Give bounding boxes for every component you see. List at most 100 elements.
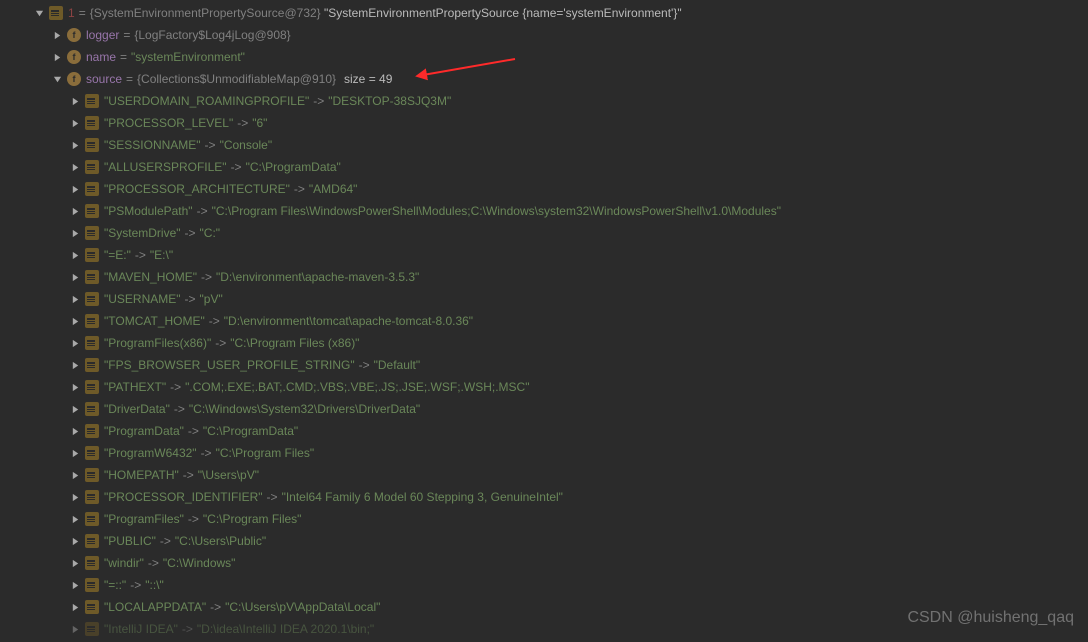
field-source[interactable]: f source = {Collections$UnmodifiableMap@… — [0, 68, 1088, 90]
chevron-right-icon[interactable] — [68, 600, 82, 614]
chevron-right-icon[interactable] — [68, 402, 82, 416]
chevron-right-icon[interactable] — [68, 622, 82, 636]
field-name[interactable]: f name = "systemEnvironment" — [0, 46, 1088, 68]
map-entry[interactable]: "FPS_BROWSER_USER_PROFILE_STRING" -> "De… — [0, 354, 1088, 376]
map-entry[interactable]: "MAVEN_HOME" -> "D:\environment\apache-m… — [0, 266, 1088, 288]
entry-arrow: -> — [201, 270, 212, 284]
entry-arrow: -> — [182, 622, 193, 636]
entry-value: "::\" — [145, 578, 164, 592]
tree-root[interactable]: 1 = {SystemEnvironmentPropertySource@732… — [0, 2, 1088, 24]
entry-value: "C:\Windows\System32\Drivers\DriverData" — [189, 402, 420, 416]
map-entry[interactable]: "PROCESSOR_IDENTIFIER" -> "Intel64 Famil… — [0, 486, 1088, 508]
entry-arrow: -> — [185, 226, 196, 240]
map-entry[interactable]: "PROCESSOR_LEVEL" -> "6" — [0, 112, 1088, 134]
field-name-label: name — [86, 50, 116, 64]
chevron-right-icon[interactable] — [68, 292, 82, 306]
map-entry[interactable]: "windir" -> "C:\Windows" — [0, 552, 1088, 574]
chevron-right-icon[interactable] — [68, 490, 82, 504]
entry-key: "ProgramFiles(x86)" — [104, 336, 211, 350]
map-icon — [84, 577, 100, 593]
chevron-right-icon[interactable] — [68, 468, 82, 482]
chevron-right-icon[interactable] — [50, 50, 64, 64]
map-entry[interactable]: "SystemDrive" -> "C:" — [0, 222, 1088, 244]
map-entry[interactable]: "=E:" -> "E:\" — [0, 244, 1088, 266]
map-entry[interactable]: "SESSIONNAME" -> "Console" — [0, 134, 1088, 156]
map-entry[interactable]: "ProgramData" -> "C:\ProgramData" — [0, 420, 1088, 442]
map-entry[interactable]: "PATHEXT" -> ".COM;.EXE;.BAT;.CMD;.VBS;.… — [0, 376, 1088, 398]
entry-arrow: -> — [188, 424, 199, 438]
chevron-right-icon[interactable] — [68, 94, 82, 108]
map-entry[interactable]: "USERDOMAIN_ROAMINGPROFILE" -> "DESKTOP-… — [0, 90, 1088, 112]
entry-key: "IntelliJ IDEA" — [104, 622, 178, 636]
chevron-right-icon[interactable] — [68, 204, 82, 218]
chevron-right-icon[interactable] — [68, 248, 82, 262]
entry-arrow: -> — [170, 380, 181, 394]
chevron-right-icon[interactable] — [68, 160, 82, 174]
entry-key: "USERDOMAIN_ROAMINGPROFILE" — [104, 94, 309, 108]
entry-arrow: -> — [215, 336, 226, 350]
chevron-right-icon[interactable] — [68, 534, 82, 548]
map-entry[interactable]: "TOMCAT_HOME" -> "D:\environment\tomcat\… — [0, 310, 1088, 332]
chevron-right-icon[interactable] — [68, 512, 82, 526]
entry-value: "C:\Users\Public" — [175, 534, 266, 548]
entry-arrow: -> — [359, 358, 370, 372]
entry-key: "ProgramFiles" — [104, 512, 184, 526]
entry-value: "Default" — [374, 358, 421, 372]
entry-key: "ProgramW6432" — [104, 446, 197, 460]
entry-value: "\Users\pV" — [198, 468, 259, 482]
entry-arrow: -> — [313, 94, 324, 108]
map-icon — [84, 467, 100, 483]
map-icon — [84, 379, 100, 395]
chevron-down-icon[interactable] — [50, 72, 64, 86]
chevron-right-icon[interactable] — [68, 116, 82, 130]
map-entry[interactable]: "DriverData" -> "C:\Windows\System32\Dri… — [0, 398, 1088, 420]
entry-value: "D:\idea\IntelliJ IDEA 2020.1\bin;" — [197, 622, 374, 636]
chevron-right-icon[interactable] — [68, 336, 82, 350]
map-icon — [48, 5, 64, 21]
chevron-right-icon[interactable] — [68, 358, 82, 372]
map-entry[interactable]: "ProgramW6432" -> "C:\Program Files" — [0, 442, 1088, 464]
map-entry[interactable]: "USERNAME" -> "pV" — [0, 288, 1088, 310]
chevron-right-icon[interactable] — [68, 446, 82, 460]
map-icon — [84, 489, 100, 505]
entry-key: "LOCALAPPDATA" — [104, 600, 206, 614]
entry-value: "C:\Users\pV\AppData\Local" — [225, 600, 380, 614]
entry-value: "pV" — [200, 292, 223, 306]
chevron-right-icon[interactable] — [68, 314, 82, 328]
map-icon — [84, 115, 100, 131]
map-icon — [84, 225, 100, 241]
map-entry[interactable]: "ProgramFiles" -> "C:\Program Files" — [0, 508, 1088, 530]
chevron-right-icon[interactable] — [68, 578, 82, 592]
chevron-right-icon[interactable] — [68, 556, 82, 570]
map-icon — [84, 555, 100, 571]
map-entry[interactable]: "PUBLIC" -> "C:\Users\Public" — [0, 530, 1088, 552]
entry-value: "C:" — [200, 226, 221, 240]
chevron-down-icon[interactable] — [32, 6, 46, 20]
map-entry[interactable]: "ProgramFiles(x86)" -> "C:\Program Files… — [0, 332, 1088, 354]
chevron-right-icon[interactable] — [68, 424, 82, 438]
map-entry[interactable]: "HOMEPATH" -> "\Users\pV" — [0, 464, 1088, 486]
entry-key: "HOMEPATH" — [104, 468, 179, 482]
entry-key: "PUBLIC" — [104, 534, 156, 548]
debug-tree: 1 = {SystemEnvironmentPropertySource@732… — [0, 0, 1088, 642]
map-entry[interactable]: "ALLUSERSPROFILE" -> "C:\ProgramData" — [0, 156, 1088, 178]
entry-key: "DriverData" — [104, 402, 170, 416]
chevron-right-icon[interactable] — [68, 182, 82, 196]
chevron-right-icon[interactable] — [68, 138, 82, 152]
entry-arrow: -> — [197, 204, 208, 218]
map-entry[interactable]: "=::" -> "::\" — [0, 574, 1088, 596]
map-entry[interactable]: "PSModulePath" -> "C:\Program Files\Wind… — [0, 200, 1088, 222]
size-label: size = 49 — [344, 72, 392, 86]
chevron-right-icon[interactable] — [68, 226, 82, 240]
chevron-right-icon[interactable] — [68, 380, 82, 394]
field-icon: f — [66, 71, 82, 87]
entry-key: "PROCESSOR_IDENTIFIER" — [104, 490, 263, 504]
entry-key: "PSModulePath" — [104, 204, 193, 218]
entry-value: "E:\" — [150, 248, 173, 262]
map-entry[interactable]: "PROCESSOR_ARCHITECTURE" -> "AMD64" — [0, 178, 1088, 200]
entry-key: "PROCESSOR_LEVEL" — [104, 116, 233, 130]
entry-arrow: -> — [237, 116, 248, 130]
chevron-right-icon[interactable] — [68, 270, 82, 284]
field-logger[interactable]: f logger = {LogFactory$Log4jLog@908} — [0, 24, 1088, 46]
chevron-right-icon[interactable] — [50, 28, 64, 42]
